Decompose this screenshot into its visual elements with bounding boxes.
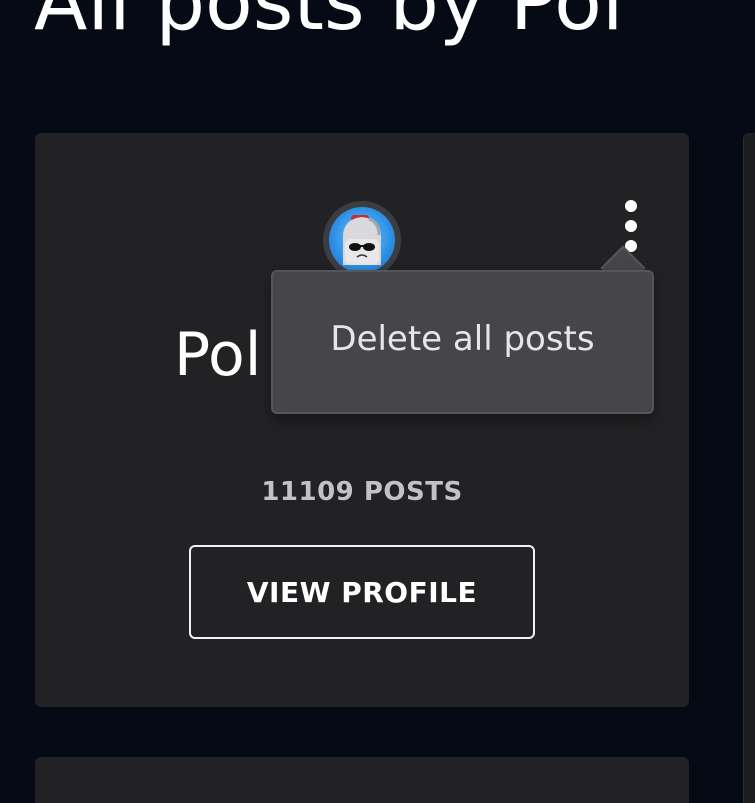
next-user-card xyxy=(35,757,689,803)
options-popover: Delete all posts xyxy=(271,270,654,414)
next-card-edge xyxy=(743,133,755,803)
avatar-image xyxy=(329,207,395,273)
post-count: 11109 POSTS xyxy=(261,477,463,507)
username: Pol xyxy=(174,320,262,390)
avatar[interactable] xyxy=(323,201,401,279)
page-title: All posts by Pol xyxy=(34,0,624,48)
avatar-figure-icon xyxy=(343,215,381,265)
kebab-dot xyxy=(625,200,637,212)
kebab-dot xyxy=(625,220,637,232)
popover-arrow-join xyxy=(600,272,646,292)
page: All posts by Pol Pol 11109 POSTS VIEW PR… xyxy=(0,0,755,803)
delete-all-posts-menu-item[interactable]: Delete all posts xyxy=(273,272,652,412)
user-card: Pol 11109 POSTS VIEW PROFILE xyxy=(35,133,689,707)
view-profile-button[interactable]: VIEW PROFILE xyxy=(189,545,535,639)
